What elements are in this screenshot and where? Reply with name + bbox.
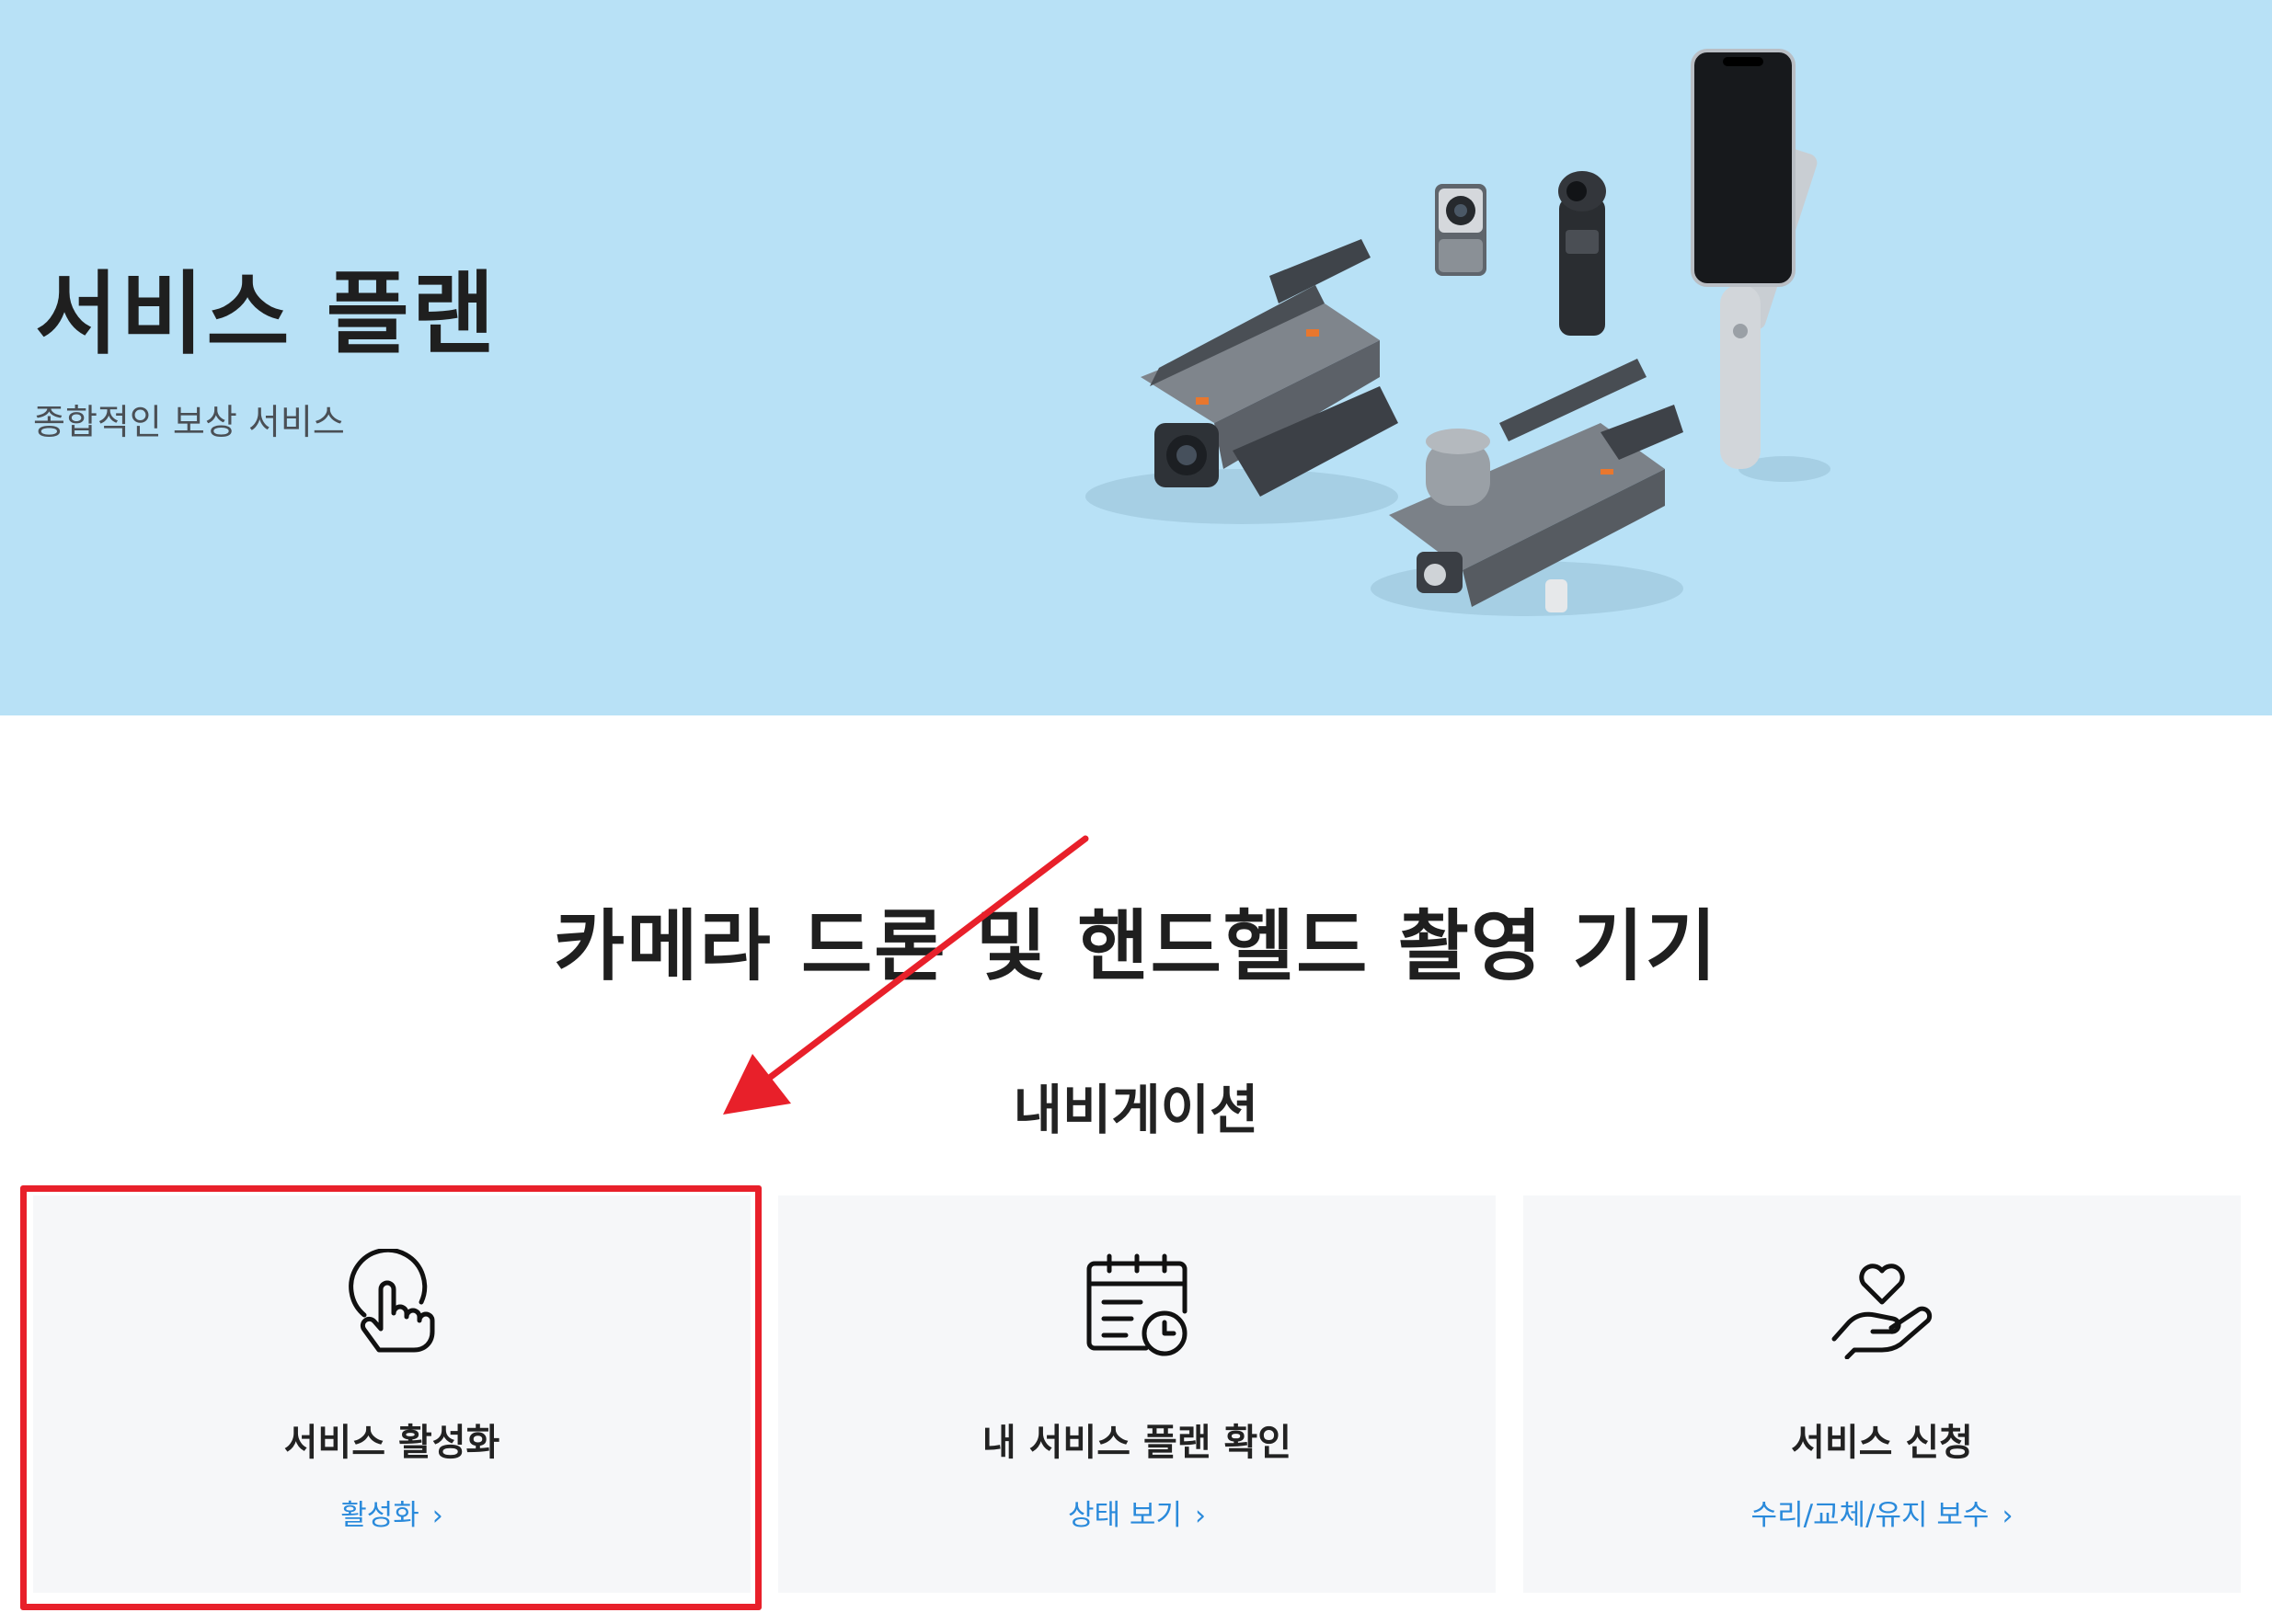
page-title: 서비스 플랜 [35,262,498,367]
card-service-request[interactable]: 서비스 신청 수리/교체/유지 보수 › [1523,1195,2241,1593]
folded-drone-left [1141,239,1398,497]
section-title: 카메라 드론 및 핸드헬드 촬영 기기 [553,901,1719,991]
smartphone-gimbal [1691,49,1818,469]
heart-hand-icon [1831,1264,1933,1359]
hero-banner: 서비스 플랜 종합적인 보상 서비스 [0,0,2272,715]
product-lineup-image [1085,49,1830,616]
chevron-right-icon: › [1194,1500,1206,1532]
link-label: 상태 보기 [1068,1499,1182,1532]
view-status-link[interactable]: 상태 보기 › [778,1492,1496,1533]
pocket-gimbal-camera [1558,171,1606,336]
navigation-title: 내비게이션 [1013,1079,1259,1141]
action-camera [1435,184,1486,276]
chevron-right-icon: › [2002,1500,2014,1532]
page-subtitle: 종합적인 보상 서비스 [33,402,345,442]
card-title: 내 서비스 플랜 확인 [981,1422,1292,1464]
link-label: 수리/교체/유지 보수 [1750,1499,1990,1532]
card-check-service-plan[interactable]: 내 서비스 플랜 확인 상태 보기 › [778,1195,1496,1593]
repair-replace-link[interactable]: 수리/교체/유지 보수 › [1523,1492,2241,1533]
highlight-box-annotation [20,1185,762,1610]
card-title: 서비스 신청 [1791,1422,1973,1464]
calendar-clock-icon [1086,1253,1188,1356]
